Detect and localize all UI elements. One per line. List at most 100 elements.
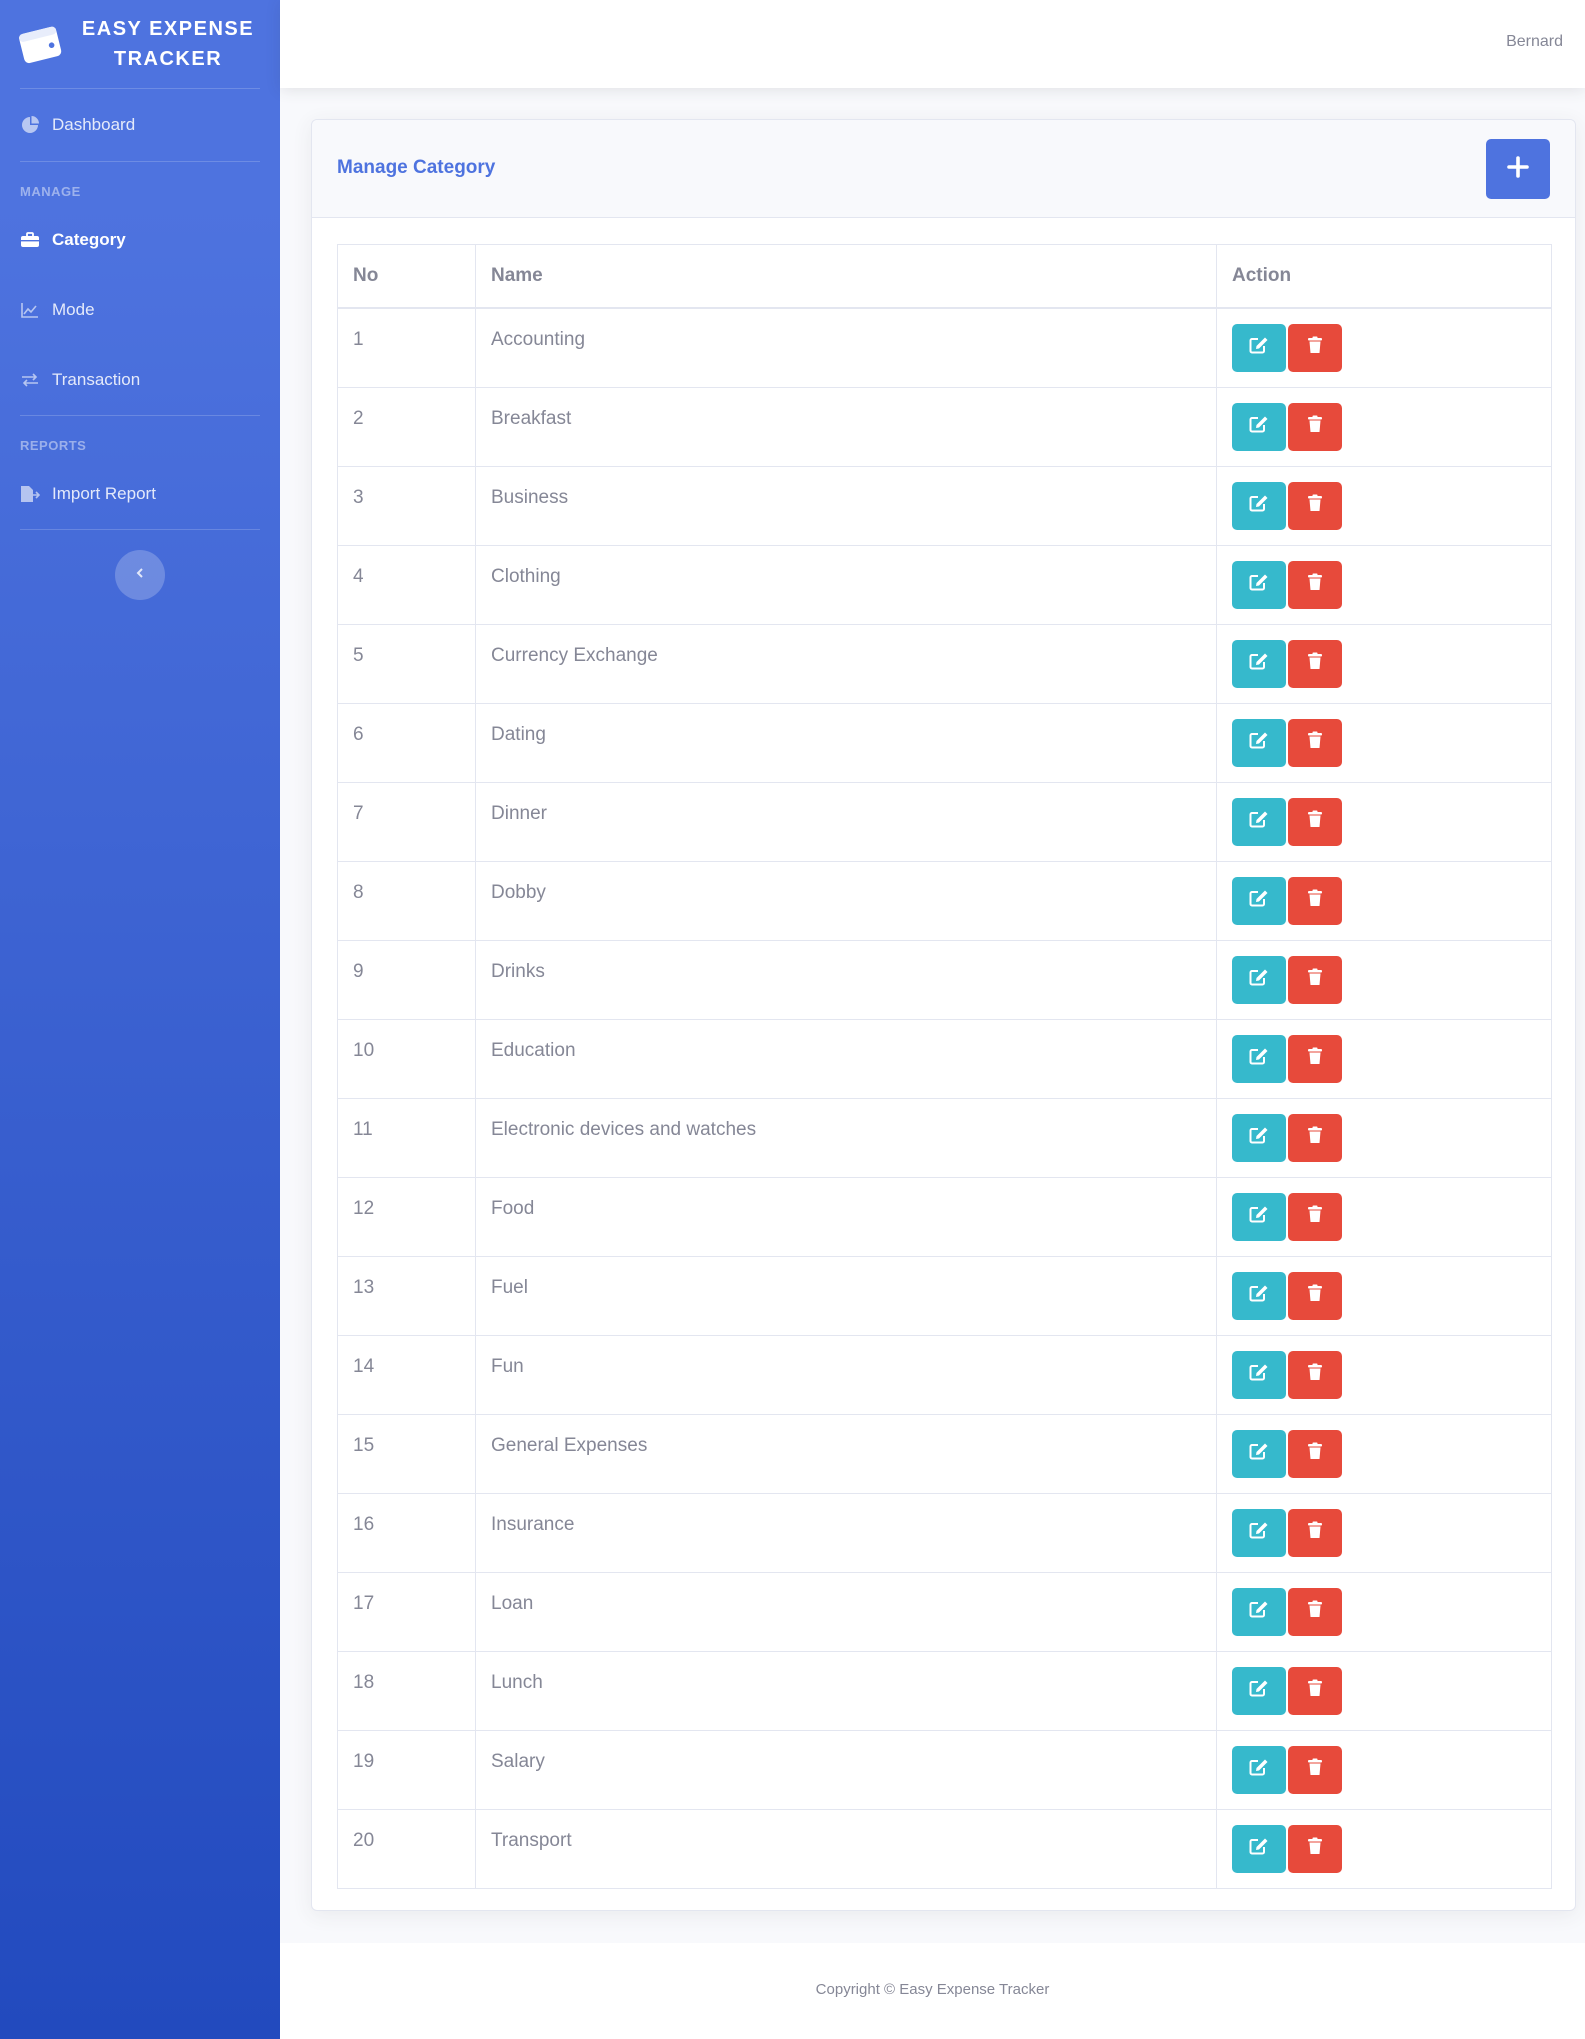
edit-button[interactable]: [1232, 1588, 1286, 1636]
table-row: 5 Currency Exchange: [337, 624, 1552, 704]
sidebar-item-label: Category: [52, 230, 126, 249]
edit-button[interactable]: [1232, 877, 1286, 925]
edit-icon: [1249, 1679, 1269, 1703]
delete-button[interactable]: [1288, 1509, 1342, 1557]
brand-line-1: EASY EXPENSE: [81, 18, 255, 40]
edit-button[interactable]: [1232, 640, 1286, 688]
edit-button[interactable]: [1232, 1351, 1286, 1399]
cell-no: 9: [337, 940, 476, 1020]
table-row: 8 Dobby: [337, 861, 1552, 941]
edit-button[interactable]: [1232, 1430, 1286, 1478]
brand-line-2: TRACKER: [113, 48, 223, 70]
chart-area-icon: [20, 300, 40, 320]
brand-name: EASY EXPENSE TRACKER: [78, 14, 258, 74]
sidebar-item-label: Transaction: [52, 370, 141, 389]
chart-pie-icon: [20, 115, 40, 135]
table-row: 3 Business: [337, 466, 1552, 546]
edit-button[interactable]: [1232, 1825, 1286, 1873]
sidebar-brand[interactable]: EASY EXPENSE TRACKER: [0, 0, 280, 88]
edit-button[interactable]: [1232, 1746, 1286, 1794]
edit-button[interactable]: [1232, 719, 1286, 767]
table-row: 1 Accounting: [337, 307, 1552, 388]
cell-no: 13: [337, 1256, 476, 1336]
delete-button[interactable]: [1288, 1825, 1342, 1873]
edit-button[interactable]: [1232, 482, 1286, 530]
edit-button[interactable]: [1232, 1193, 1286, 1241]
user-menu[interactable]: Bernard: [1506, 33, 1563, 51]
cell-action: [1216, 545, 1552, 625]
delete-button[interactable]: [1288, 877, 1342, 925]
cell-no: 18: [337, 1651, 476, 1731]
delete-button[interactable]: [1288, 1430, 1342, 1478]
edit-button[interactable]: [1232, 561, 1286, 609]
cell-name: Insurance: [475, 1493, 1217, 1573]
edit-icon: [1249, 1837, 1269, 1861]
delete-button[interactable]: [1288, 1351, 1342, 1399]
delete-button[interactable]: [1288, 403, 1342, 451]
table-row: 12 Food: [337, 1177, 1552, 1257]
delete-button[interactable]: [1288, 798, 1342, 846]
delete-button[interactable]: [1288, 1746, 1342, 1794]
cell-action: [1216, 1019, 1552, 1099]
edit-button[interactable]: [1232, 1272, 1286, 1320]
sidebar-item-transaction[interactable]: Transaction: [0, 345, 280, 415]
table-row: 9 Drinks: [337, 940, 1552, 1020]
delete-button[interactable]: [1288, 1114, 1342, 1162]
trash-icon: [1307, 1205, 1323, 1229]
edit-button[interactable]: [1232, 1509, 1286, 1557]
delete-button[interactable]: [1288, 640, 1342, 688]
card-header: Manage Category: [312, 120, 1575, 218]
table-row: 16 Insurance: [337, 1493, 1552, 1573]
table-header-row: No Name Action: [337, 244, 1552, 309]
cell-no: 5: [337, 624, 476, 704]
delete-button[interactable]: [1288, 482, 1342, 530]
cell-name: Electronic devices and watches: [475, 1098, 1217, 1178]
sidebar-item-category[interactable]: Category: [0, 205, 280, 275]
cell-action: [1216, 940, 1552, 1020]
trash-icon: [1307, 1600, 1323, 1624]
edit-icon: [1249, 1284, 1269, 1308]
cell-action: [1216, 1809, 1552, 1889]
cell-no: 7: [337, 782, 476, 862]
table-row: 2 Breakfast: [337, 387, 1552, 467]
delete-button[interactable]: [1288, 1667, 1342, 1715]
trash-icon: [1307, 1363, 1323, 1387]
cell-name: Lunch: [475, 1651, 1217, 1731]
cell-name: Transport: [475, 1809, 1217, 1889]
cell-action: [1216, 861, 1552, 941]
trash-icon: [1307, 1284, 1323, 1308]
delete-button[interactable]: [1288, 1588, 1342, 1636]
delete-button[interactable]: [1288, 1272, 1342, 1320]
delete-button[interactable]: [1288, 324, 1342, 372]
sidebar-item-dashboard[interactable]: Dashboard: [0, 89, 280, 161]
sidebar-toggle-button[interactable]: [115, 550, 165, 600]
edit-button[interactable]: [1232, 1035, 1286, 1083]
cell-name: Education: [475, 1019, 1217, 1099]
trash-icon: [1307, 1047, 1323, 1071]
edit-icon: [1249, 1600, 1269, 1624]
delete-button[interactable]: [1288, 1193, 1342, 1241]
cell-name: Fuel: [475, 1256, 1217, 1336]
edit-icon: [1249, 573, 1269, 597]
edit-button[interactable]: [1232, 956, 1286, 1004]
cell-no: 6: [337, 703, 476, 783]
cell-no: 20: [337, 1809, 476, 1889]
add-category-button[interactable]: [1486, 139, 1550, 199]
delete-button[interactable]: [1288, 956, 1342, 1004]
delete-button[interactable]: [1288, 1035, 1342, 1083]
edit-button[interactable]: [1232, 1114, 1286, 1162]
sidebar-item-mode[interactable]: Mode: [0, 275, 280, 345]
edit-button[interactable]: [1232, 324, 1286, 372]
edit-button[interactable]: [1232, 1667, 1286, 1715]
sidebar-item-import-report[interactable]: Import Report: [0, 459, 280, 529]
edit-button[interactable]: [1232, 798, 1286, 846]
table-row: 18 Lunch: [337, 1651, 1552, 1731]
edit-button[interactable]: [1232, 403, 1286, 451]
delete-button[interactable]: [1288, 561, 1342, 609]
trash-icon: [1307, 415, 1323, 439]
cell-name: Fun: [475, 1335, 1217, 1415]
cell-name: Business: [475, 466, 1217, 546]
cell-name: Currency Exchange: [475, 624, 1217, 704]
table-row: 6 Dating: [337, 703, 1552, 783]
delete-button[interactable]: [1288, 719, 1342, 767]
